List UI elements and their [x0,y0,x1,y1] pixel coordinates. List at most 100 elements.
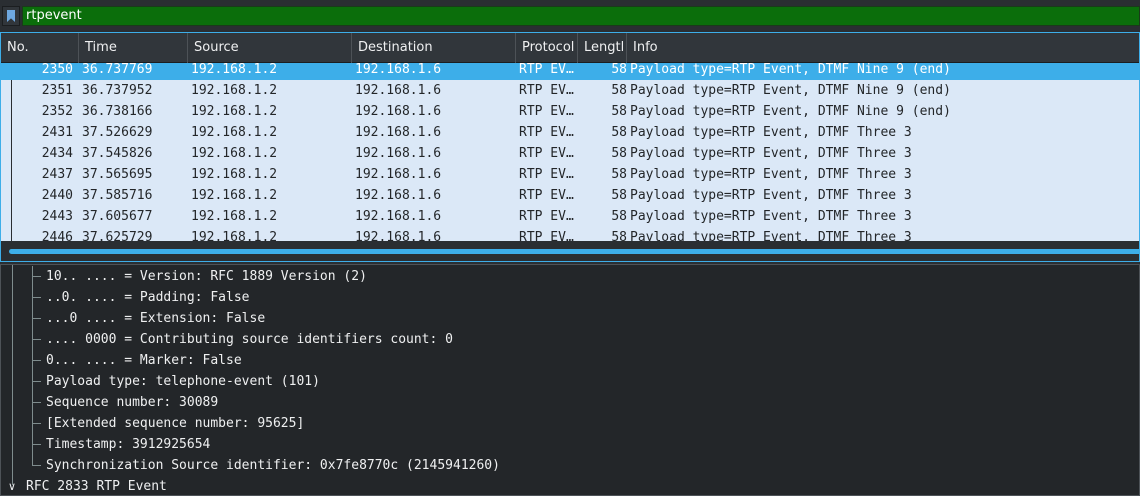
packet-info: Payload type=RTP Event, DTMF Nine 9 (end… [630,83,951,98]
detail-field[interactable]: [Extended sequence number: 95625] [1,413,1139,434]
packet-info: Payload type=RTP Event, DTMF Three 3 [630,146,912,161]
packet-source: 192.168.1.2 [191,167,278,182]
detail-field[interactable]: ..0. .... = Padding: False [1,287,1139,308]
detail-section-rtp-event[interactable]: ∨ RFC 2833 RTP Event [1,476,1139,495]
packet-length: 58 [611,83,627,98]
display-filter-input[interactable]: rtpevent [22,6,1140,26]
packet-protocol: RTP EV… [519,63,574,77]
packet-destination: 192.168.1.6 [355,209,442,224]
packet-length: 58 [611,104,627,119]
column-header-time[interactable]: Time [79,33,188,63]
column-header-source[interactable]: Source [188,33,352,63]
detail-field[interactable]: .... 0000 = Contributing source identifi… [1,329,1139,350]
detail-field-text: 0... .... = Marker: False [46,353,242,368]
packet-destination: 192.168.1.6 [355,63,442,77]
packet-protocol: RTP EV… [519,83,574,98]
packet-row[interactable]: 2446 37.625729 192.168.1.2 192.168.1.6 R… [1,227,1139,241]
filter-bookmark-button[interactable] [2,6,20,26]
packet-no: 2352 [41,104,73,119]
packet-list-horizontal-scrollbar[interactable] [1,241,1139,261]
bookmark-icon [7,10,15,22]
packet-details-tree: 10.. .... = Version: RFC 1889 Version (2… [0,264,1140,496]
packet-length: 58 [611,125,627,140]
packet-rows: 2350 36.737769 192.168.1.2 192.168.1.6 R… [1,63,1139,241]
packet-source: 192.168.1.2 [191,188,278,203]
packet-length: 58 [611,146,627,161]
detail-field[interactable]: Synchronization Source identifier: 0x7fe… [1,455,1139,476]
packet-destination: 192.168.1.6 [355,83,442,98]
detail-field-text: .... 0000 = Contributing source identifi… [46,332,453,347]
packet-length: 58 [611,63,627,77]
packet-row[interactable]: 2437 37.565695 192.168.1.2 192.168.1.6 R… [1,164,1139,185]
packet-list: No. Time Source Destination Protocol Len… [0,32,1140,262]
packet-row[interactable]: 2351 36.737952 192.168.1.2 192.168.1.6 R… [1,80,1139,101]
detail-field[interactable]: Sequence number: 30089 [1,392,1139,413]
packet-info: Payload type=RTP Event, DTMF Nine 9 (end… [630,63,951,77]
column-header-protocol[interactable]: Protocol [516,33,578,63]
column-header-no[interactable]: No. [1,33,79,63]
packet-protocol: RTP EV… [519,230,574,241]
detail-field-text: [Extended sequence number: 95625] [46,416,305,431]
detail-field[interactable]: Payload type: telephone-event (101) [1,371,1139,392]
detail-field-text: Sequence number: 30089 [46,395,219,410]
packet-row-selected[interactable]: 2350 36.737769 192.168.1.2 192.168.1.6 R… [1,63,1139,80]
packet-row[interactable]: 2440 37.585716 192.168.1.2 192.168.1.6 R… [1,185,1139,206]
packet-time: 37.545826 [82,146,153,161]
packet-source: 192.168.1.2 [191,209,278,224]
packet-destination: 192.168.1.6 [355,146,442,161]
detail-field-text: ...0 .... = Extension: False [46,311,266,326]
detail-field[interactable]: Timestamp: 3912925654 [1,434,1139,455]
packet-row[interactable]: 2431 37.526629 192.168.1.2 192.168.1.6 R… [1,122,1139,143]
packet-destination: 192.168.1.6 [355,125,442,140]
packet-time: 37.585716 [82,188,153,203]
packet-row[interactable]: 2434 37.545826 192.168.1.2 192.168.1.6 R… [1,143,1139,164]
packet-no: 2437 [41,167,73,182]
packet-info: Payload type=RTP Event, DTMF Nine 9 (end… [630,104,951,119]
packet-no: 2440 [41,188,73,203]
packet-protocol: RTP EV… [519,209,574,224]
scrollbar-thumb[interactable] [9,249,1139,254]
packet-time: 36.738166 [82,104,153,119]
detail-field-text: Synchronization Source identifier: 0x7fe… [46,458,500,473]
packet-time: 37.625729 [82,230,153,241]
packet-no: 2351 [41,83,73,98]
packet-length: 58 [611,188,627,203]
packet-row[interactable]: 2443 37.605677 192.168.1.2 192.168.1.6 R… [1,206,1139,227]
packet-source: 192.168.1.2 [191,104,278,119]
detail-field[interactable]: ...0 .... = Extension: False [1,308,1139,329]
packet-time: 36.737769 [82,63,153,77]
packet-destination: 192.168.1.6 [355,230,442,241]
packet-time: 36.737952 [82,83,153,98]
packet-row[interactable]: 2352 36.738166 192.168.1.2 192.168.1.6 R… [1,101,1139,122]
column-header-destination[interactable]: Destination [352,33,516,63]
packet-length: 58 [611,209,627,224]
packet-destination: 192.168.1.6 [355,188,442,203]
packet-no: 2431 [41,125,73,140]
packet-info: Payload type=RTP Event, DTMF Three 3 [630,209,912,224]
packet-protocol: RTP EV… [519,167,574,182]
packet-info: Payload type=RTP Event, DTMF Three 3 [630,167,912,182]
chevron-down-icon[interactable]: ∨ [8,476,16,495]
packet-info: Payload type=RTP Event, DTMF Three 3 [630,125,912,140]
detail-field[interactable]: 0... .... = Marker: False [1,350,1139,371]
packet-no: 2443 [41,209,73,224]
packet-protocol: RTP EV… [519,146,574,161]
column-header-info[interactable]: Info [627,33,1139,63]
packet-source: 192.168.1.2 [191,83,278,98]
detail-field-text: 10.. .... = Version: RFC 1889 Version (2… [46,269,367,284]
column-header-length[interactable]: Lengtl [578,33,627,63]
packet-info: Payload type=RTP Event, DTMF Three 3 [630,188,912,203]
detail-section-label: RFC 2833 RTP Event [26,479,167,494]
packet-no: 2434 [41,146,73,161]
packet-source: 192.168.1.2 [191,125,278,140]
detail-field[interactable]: 10.. .... = Version: RFC 1889 Version (2… [1,266,1139,287]
display-filter-toolbar: rtpevent [0,0,1140,32]
packet-time: 37.605677 [82,209,153,224]
packet-time: 37.565695 [82,167,153,182]
packet-list-header: No. Time Source Destination Protocol Len… [1,33,1139,63]
packet-length: 58 [611,167,627,182]
detail-field-text: Payload type: telephone-event (101) [46,374,320,389]
packet-length: 58 [611,230,627,241]
packet-time: 37.526629 [82,125,153,140]
detail-field-text: ..0. .... = Padding: False [46,290,250,305]
